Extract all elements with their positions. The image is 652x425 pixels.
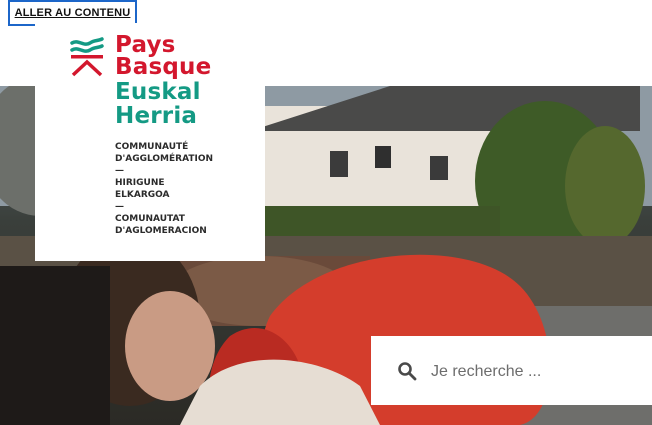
logo-sub-oc-2: D'AGLOMERACION [115, 226, 207, 236]
logo-sub-eu-2: ELKARGOA [115, 190, 170, 200]
search-input[interactable] [429, 355, 643, 388]
site-logo[interactable]: Pays Basque Euskal Herria COMMUNAUTÉ D'A… [35, 23, 265, 261]
search-box [371, 336, 652, 405]
logo-separator: — [115, 166, 124, 176]
basque-logo-icon [70, 37, 104, 77]
logo-text-euskal: Euskal [115, 79, 201, 105]
logo-sub-oc-1: COMUNAUTAT [115, 214, 185, 224]
logo-subtitle: COMMUNAUTÉ D'AGGLOMÉRATION — HIRIGUNE EL… [115, 141, 255, 237]
logo-sub-eu-1: HIRIGUNE [115, 178, 165, 188]
logo-separator: — [115, 202, 124, 212]
logo-text-herria: Herria [115, 103, 198, 129]
search-icon[interactable] [397, 361, 417, 381]
logo-sub-fr-1: COMMUNAUTÉ [115, 142, 189, 152]
logo-text-basque: Basque [115, 54, 212, 80]
logo-sub-fr-2: D'AGGLOMÉRATION [115, 154, 214, 164]
